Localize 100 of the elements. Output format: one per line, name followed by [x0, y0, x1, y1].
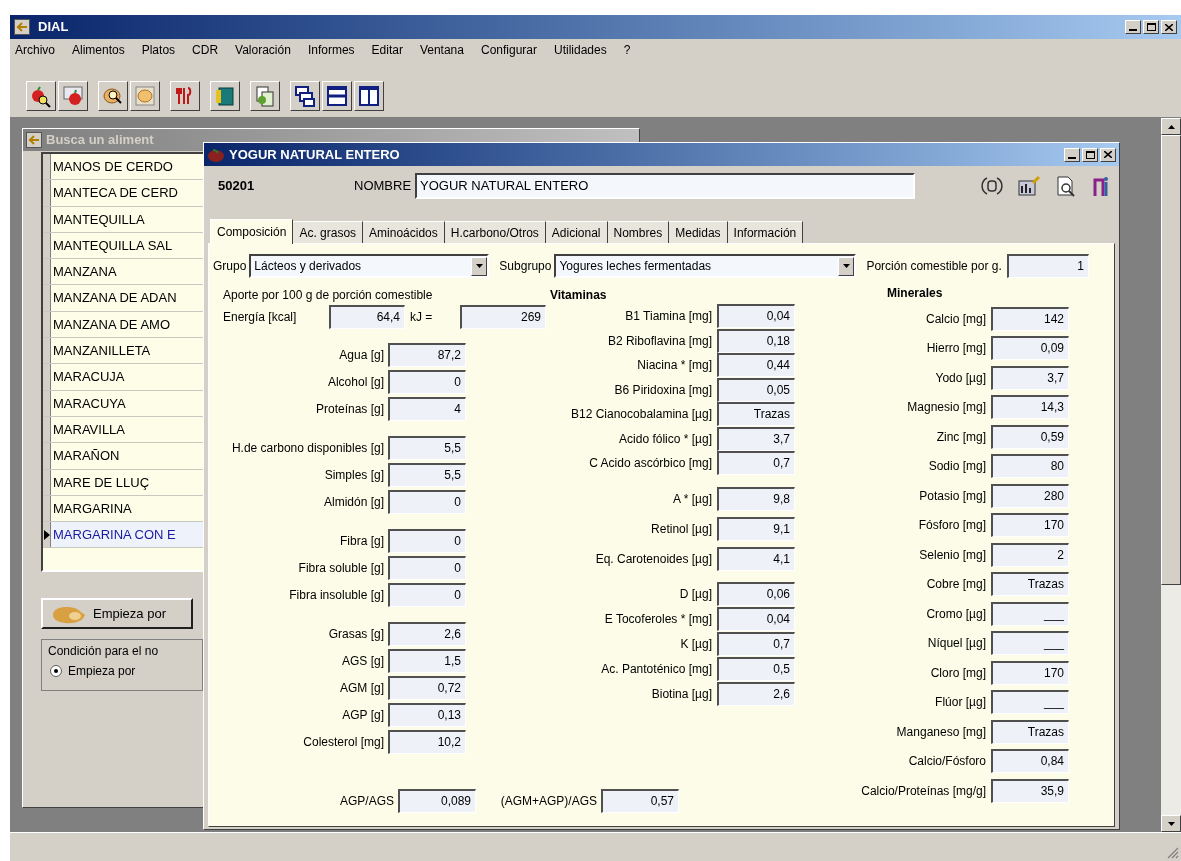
value-field[interactable]: 0,09	[991, 336, 1069, 361]
value-field[interactable]: 3,7	[991, 365, 1069, 390]
tab[interactable]: Adicional	[545, 221, 608, 243]
name-field[interactable]: YOGUR NATURAL ENTERO	[415, 173, 916, 199]
value-field[interactable]: 0	[388, 582, 466, 607]
list-item[interactable]: MARGARINA CON E	[51, 522, 205, 548]
value-field[interactable]: 0	[388, 369, 466, 394]
menu-item[interactable]: Alimentos	[71, 41, 126, 59]
value-field[interactable]: 0,089	[398, 789, 476, 813]
vertical-scrollbar[interactable]	[1161, 118, 1181, 832]
value-field[interactable]: 0,04	[717, 607, 795, 631]
value-field[interactable]: 9,1	[717, 516, 795, 541]
cutlery-button[interactable]	[170, 81, 200, 111]
value-field[interactable]: Trazas	[991, 572, 1069, 597]
book-button[interactable]	[210, 81, 240, 111]
value-field[interactable]: 170	[991, 660, 1069, 685]
value-field[interactable]: 4	[388, 396, 466, 421]
value-field[interactable]: ___	[991, 631, 1069, 656]
value-field[interactable]: 142	[991, 306, 1069, 331]
list-item[interactable]: MARGARINA	[51, 495, 205, 522]
value-field[interactable]: Trazas	[717, 402, 795, 427]
value-field[interactable]: 1,5	[388, 648, 466, 673]
menu-item[interactable]: ?	[622, 41, 632, 59]
list-item[interactable]: MANZANA DE AMO	[51, 311, 205, 338]
tile-vertical-button[interactable]	[354, 81, 384, 111]
tomato-button[interactable]	[58, 81, 88, 111]
value-field[interactable]: 14,3	[991, 395, 1069, 420]
value-field[interactable]: 0,7	[717, 632, 795, 656]
search-button[interactable]: Empieza por	[41, 598, 193, 629]
value-field[interactable]: 35,9	[991, 778, 1069, 803]
portion-field[interactable]: 1	[1006, 254, 1089, 278]
value-field[interactable]: 80	[991, 454, 1069, 479]
value-field[interactable]: 0	[388, 555, 466, 580]
value-field[interactable]: 9,8	[717, 486, 795, 511]
scroll-up-icon[interactable]	[1167, 124, 1175, 129]
list-item[interactable]: MANTECA DE CERD	[51, 180, 205, 206]
value-field[interactable]: 0	[388, 528, 466, 553]
value-field[interactable]: 0	[388, 489, 466, 514]
close-button[interactable]	[1100, 147, 1116, 162]
value-field[interactable]: 170	[991, 513, 1069, 538]
list-item[interactable]: MARACUYA	[51, 390, 205, 416]
value-field[interactable]: 2,6	[717, 682, 795, 706]
minimize-button[interactable]	[1064, 147, 1080, 162]
list-item[interactable]: MANOS DE CERDO	[51, 154, 205, 180]
tomato-search-button[interactable]	[26, 81, 56, 111]
maximize-button[interactable]	[1143, 20, 1159, 34]
dish-search-button[interactable]	[98, 81, 128, 111]
tab[interactable]: Nombres	[607, 221, 670, 243]
list-item[interactable]: MARE DE LLUÇ	[51, 469, 205, 495]
chart-icon[interactable]	[1017, 175, 1041, 197]
list-item[interactable]: MARAVILLA	[51, 416, 205, 443]
value-field[interactable]: 0,84	[991, 749, 1069, 774]
value-field[interactable]: 269	[460, 305, 546, 329]
value-field[interactable]: 0,04	[717, 304, 795, 329]
tab[interactable]: H.carbono/Otros	[444, 221, 546, 243]
value-field[interactable]: 0,06	[717, 582, 795, 606]
list-item[interactable]: MANZANILLETA	[51, 338, 205, 364]
value-field[interactable]: 10,2	[388, 729, 466, 754]
refresh-icon[interactable]	[981, 175, 1003, 197]
value-field[interactable]: 5,5	[388, 435, 466, 460]
menu-item[interactable]: CDR	[191, 41, 220, 59]
maximize-button[interactable]	[1082, 147, 1098, 162]
menu-item[interactable]: Valoración	[234, 41, 292, 59]
value-field[interactable]: 0,5	[717, 657, 795, 681]
value-field[interactable]: 0,44	[717, 353, 795, 378]
scroll-down-icon[interactable]	[1167, 821, 1175, 826]
value-field[interactable]: 64,4	[329, 305, 405, 329]
value-field[interactable]: 0,59	[991, 424, 1069, 449]
value-field[interactable]: 0,7	[717, 451, 795, 476]
tab[interactable]: Información	[727, 221, 804, 243]
tab[interactable]: Composición	[210, 219, 294, 244]
value-field[interactable]: 87,2	[388, 342, 466, 367]
list-item[interactable]: MANTEQUILLA	[51, 206, 205, 232]
close-button[interactable]	[1161, 20, 1177, 34]
value-field[interactable]: 0,72	[388, 675, 466, 700]
tab[interactable]: Ac. grasos	[293, 221, 364, 243]
tab[interactable]: Aminoácidos	[363, 221, 445, 243]
menu-item[interactable]: Utilidades	[553, 41, 608, 59]
radio-option[interactable]: Empieza por	[48, 662, 202, 680]
list-item[interactable]: MANZANA	[51, 259, 205, 285]
cascade-windows-button[interactable]	[290, 81, 320, 111]
value-field[interactable]: 2,6	[388, 621, 466, 646]
radio-button[interactable]	[50, 665, 62, 677]
tile-horizontal-button[interactable]	[322, 81, 352, 111]
minimize-button[interactable]	[1125, 20, 1141, 34]
copy-button[interactable]	[250, 81, 280, 111]
value-field[interactable]: 4,1	[717, 546, 795, 571]
value-field[interactable]: 5,5	[388, 462, 466, 487]
menu-item[interactable]: Ventana	[418, 41, 465, 59]
list-item[interactable]: MANTEQUILLA SAL	[51, 232, 205, 259]
value-field[interactable]: ___	[991, 601, 1069, 626]
print-preview-icon[interactable]	[1055, 175, 1077, 197]
value-field[interactable]: 0,18	[717, 328, 795, 353]
menu-item[interactable]: Platos	[140, 41, 177, 59]
menu-item[interactable]: Archivo	[14, 41, 56, 59]
list-item[interactable]: MANZANA DE ADAN	[51, 285, 205, 311]
value-field[interactable]: Trazas	[991, 719, 1069, 744]
subgroup-dropdown[interactable]: Yogures leches fermentadas	[554, 254, 857, 278]
value-field[interactable]: 0,05	[717, 377, 795, 402]
value-field[interactable]: 280	[991, 483, 1069, 508]
